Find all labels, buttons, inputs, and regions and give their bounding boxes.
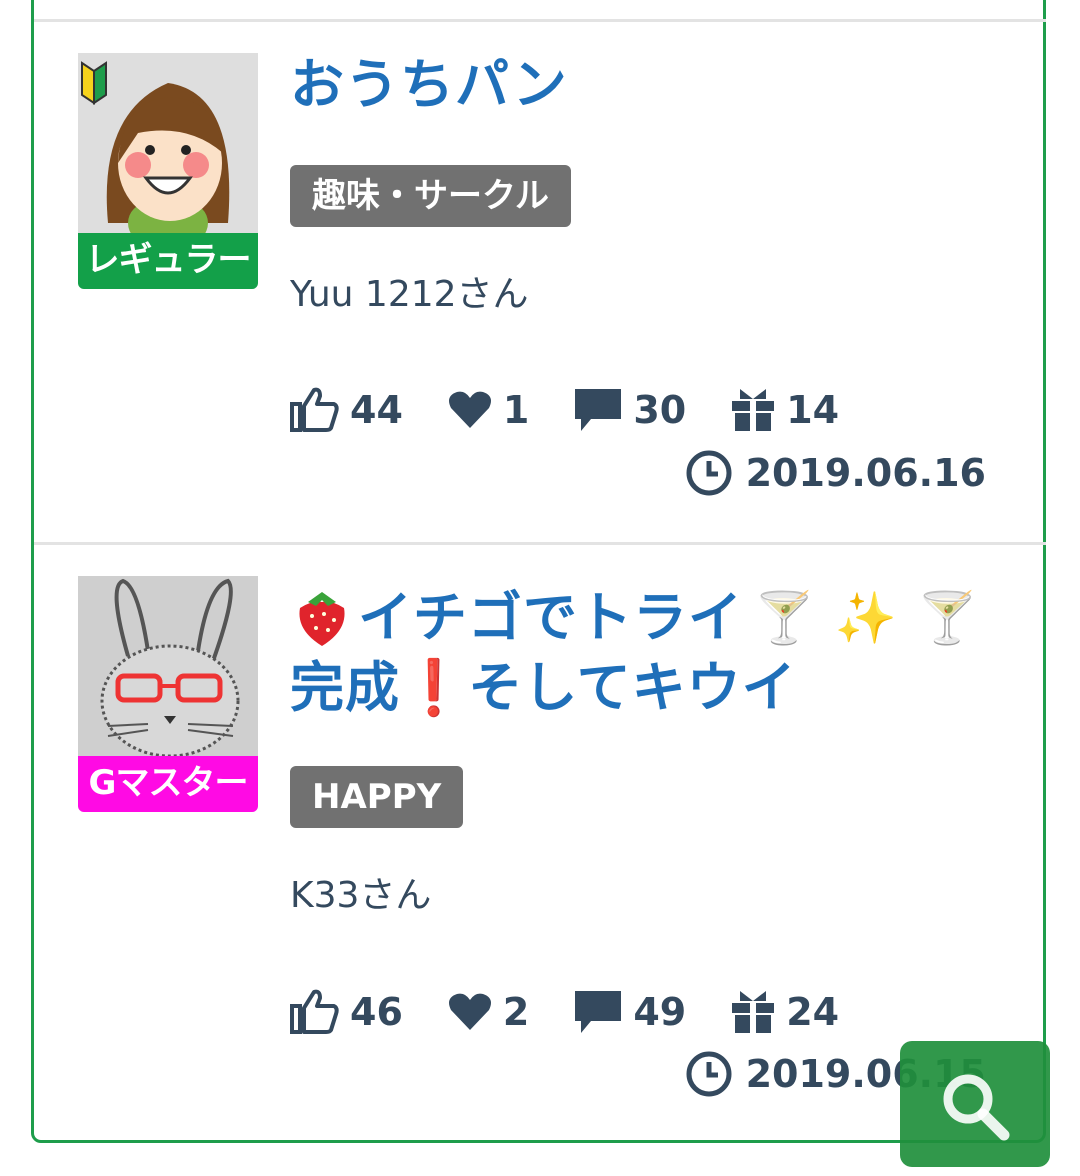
heart-count: 2 <box>502 990 530 1034</box>
comment-icon <box>575 389 622 431</box>
post-title[interactable]: おうちパン <box>290 50 986 120</box>
author-name[interactable]: Yuu 1212さん <box>290 265 529 317</box>
like-count: 46 <box>350 990 403 1034</box>
rank-badge: レギュラー <box>78 231 258 289</box>
search-button[interactable] <box>900 1041 1050 1167</box>
clock-icon <box>686 1051 732 1097</box>
thumbs-up-icon <box>290 989 339 1034</box>
beginner-mark-icon <box>81 61 107 105</box>
post-title-line2a: 完成 <box>290 656 400 719</box>
exclamation-icon: ❗ <box>400 656 469 719</box>
comment-count: 49 <box>633 990 687 1034</box>
search-icon <box>943 1074 1010 1141</box>
category-tag[interactable]: HAPPY <box>290 766 464 828</box>
heart-icon <box>448 993 491 1030</box>
gift-count: 24 <box>786 990 840 1034</box>
comment-icon <box>575 991 622 1033</box>
stats-row: 44 1 30 14 <box>290 380 883 440</box>
title-emoji: 🍸 ✨ 🍸 <box>753 589 980 647</box>
gift-icon <box>732 389 775 433</box>
gift-icon <box>732 991 775 1035</box>
post-title-line1: イチゴでトライ <box>358 586 743 649</box>
heart-count: 1 <box>502 388 530 432</box>
category-tag[interactable]: 趣味・サークル <box>290 165 571 227</box>
thumbs-up-icon <box>290 387 339 432</box>
post-title[interactable]: イチゴでトライ 🍸 ✨ 🍸 完成❗そしてキウイ <box>290 583 986 723</box>
stats-row: 46 2 49 24 <box>290 982 883 1042</box>
author-name[interactable]: K33さん <box>290 866 431 918</box>
date-text: 2019.06.16 <box>745 451 986 495</box>
post-date: 2019.06.16 <box>686 450 986 496</box>
avatar <box>78 53 258 233</box>
list-item[interactable]: レギュラー おうちパン 趣味・サークル Yuu 1212さん 44 1 30 1… <box>34 22 1046 542</box>
list-item[interactable]: Gマスター イチゴでトライ 🍸 ✨ 🍸 完成❗そしてキウイ HAPPY K33さ… <box>34 545 1046 1145</box>
avatar <box>78 576 258 756</box>
user-avatar[interactable]: Gマスター <box>78 576 258 812</box>
rank-badge: Gマスター <box>78 754 258 812</box>
gift-count: 14 <box>786 388 840 432</box>
strawberry-icon <box>299 592 345 646</box>
post-title-line2b: そしてキウイ <box>468 656 797 719</box>
clock-icon <box>686 450 732 496</box>
user-avatar[interactable]: レギュラー <box>78 53 258 289</box>
heart-icon <box>448 391 491 428</box>
comment-count: 30 <box>633 388 687 432</box>
like-count: 44 <box>350 388 403 432</box>
